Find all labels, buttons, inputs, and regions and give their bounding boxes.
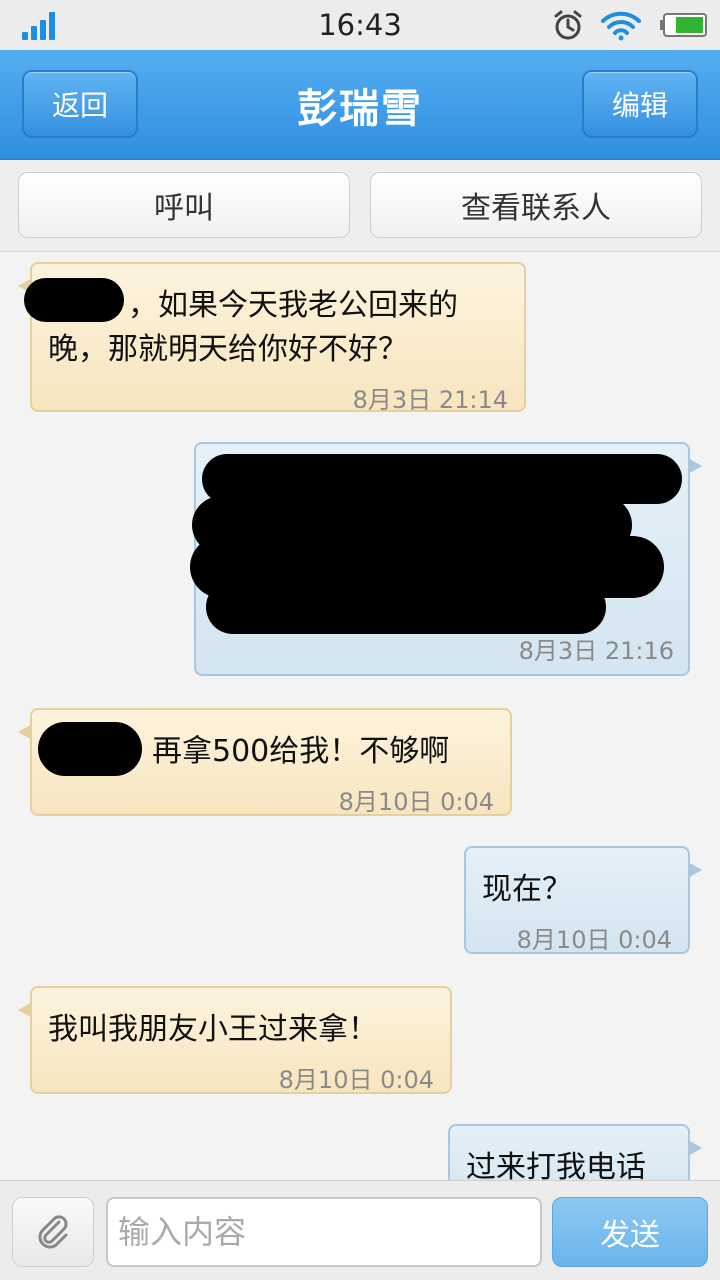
message-bubble-incoming[interactable]: 我叫我朋友小王过来拿！ 8月10日 0:04 xyxy=(18,986,452,1094)
message-bubble-outgoing[interactable]: 现在？ 8月10日 0:04 xyxy=(464,846,702,954)
paperclip-icon xyxy=(38,1215,68,1249)
message-text: 现在？ xyxy=(482,872,572,907)
contact-action-bar: 呼叫 查看联系人 xyxy=(0,160,720,252)
message-text: 过来打我电话 xyxy=(466,1150,646,1180)
attach-button[interactable] xyxy=(12,1197,94,1267)
message-bubble-outgoing[interactable]: 过来打我电话 xyxy=(448,1124,702,1180)
redaction-mark xyxy=(24,278,124,322)
message-timestamp: 8月10日 0:04 xyxy=(338,788,494,816)
message-timestamp: 8月10日 0:04 xyxy=(278,1066,434,1094)
message-list[interactable]: ，如果今天我老公回来的晚，那就明天给你好不好？ 8月3日 21:14 8月3日 … xyxy=(0,252,720,1180)
battery-icon xyxy=(660,13,707,37)
redaction-mark xyxy=(206,580,606,634)
send-button[interactable]: 发送 xyxy=(552,1197,708,1267)
message-bubble-incoming[interactable]: 再拿500给我！不够啊 8月10日 0:04 xyxy=(18,708,512,816)
alarm-icon xyxy=(554,10,582,40)
message-text: 再拿500给我！不够啊 xyxy=(152,734,450,769)
title-bar: 返回 彭瑞雪 编辑 xyxy=(0,50,720,160)
message-bubble-incoming[interactable]: ，如果今天我老公回来的晚，那就明天给你好不好？ 8月3日 21:14 xyxy=(18,262,526,414)
message-timestamp: 8月3日 21:14 xyxy=(352,386,508,414)
view-contact-button[interactable]: 查看联系人 xyxy=(370,172,702,238)
status-bar: 16:43 xyxy=(0,0,720,50)
message-text: 我叫我朋友小王过来拿！ xyxy=(48,1012,378,1047)
message-input[interactable] xyxy=(106,1197,542,1267)
message-timestamp: 8月10日 0:04 xyxy=(516,926,672,954)
message-bubble-outgoing[interactable]: 8月3日 21:16 xyxy=(190,442,702,676)
edit-button[interactable]: 编辑 xyxy=(582,70,698,138)
wifi-icon xyxy=(601,11,641,41)
call-button[interactable]: 呼叫 xyxy=(18,172,350,238)
redaction-mark xyxy=(38,722,142,776)
compose-bar: 发送 xyxy=(0,1180,720,1280)
message-timestamp: 8月3日 21:16 xyxy=(518,637,674,665)
